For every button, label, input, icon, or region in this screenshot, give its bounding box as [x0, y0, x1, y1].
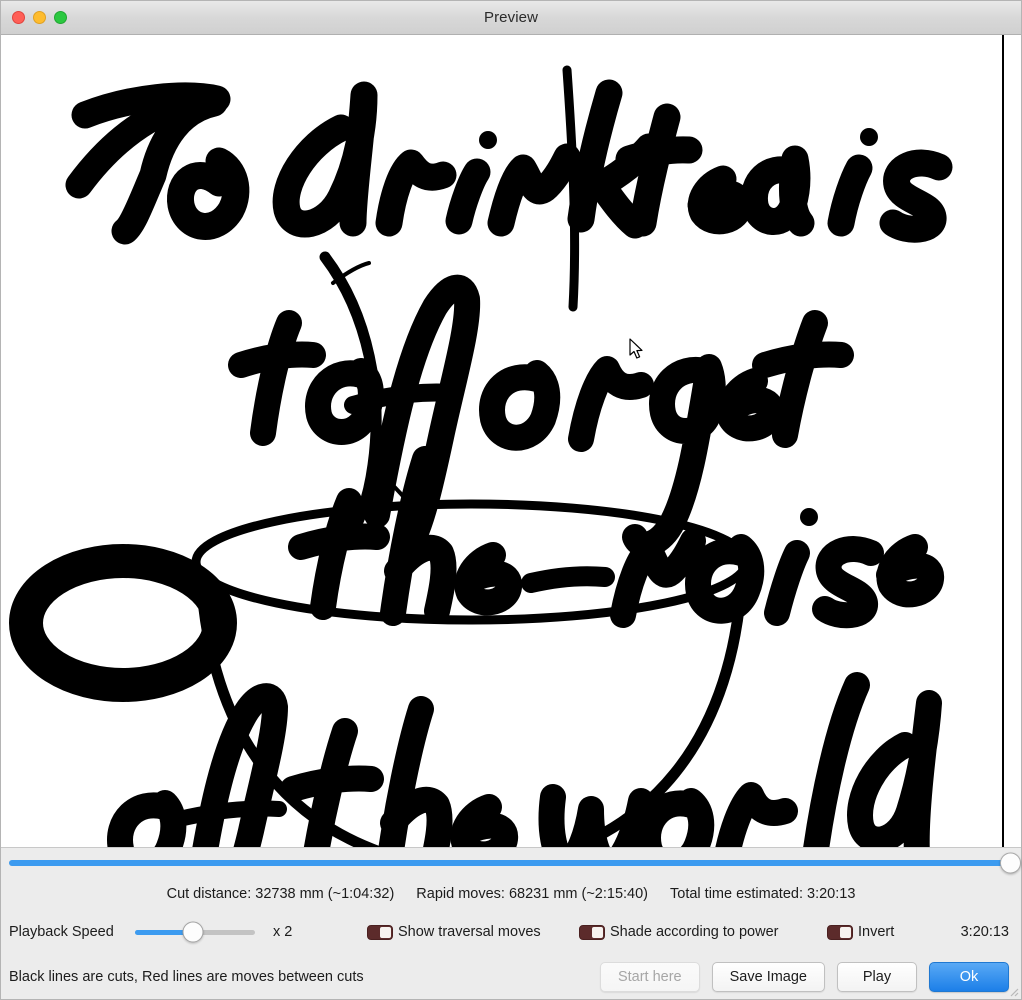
scrubber-fill [9, 860, 1013, 866]
window-title: Preview [1, 9, 1021, 26]
show-traversal-moves-label: Show traversal moves [398, 924, 541, 940]
playback-speed-slider[interactable] [135, 930, 255, 935]
close-window-button[interactable] [12, 11, 25, 24]
cut-distance-label: Cut distance: 32738 mm (~1:04:32) [167, 886, 395, 902]
total-time-estimated-label: Total time estimated: 3:20:13 [670, 886, 855, 902]
playback-speed-label: Playback Speed [9, 924, 114, 940]
minimize-window-button[interactable] [33, 11, 46, 24]
teacup-calligraphy-artwork [1, 35, 1021, 848]
arrow-cursor [629, 338, 645, 360]
scrubber-handle[interactable] [1000, 853, 1021, 874]
invert-toggle-group[interactable]: Invert [827, 924, 894, 940]
invert-label: Invert [858, 924, 894, 940]
shade-according-to-power-toggle-group[interactable]: Shade according to power [579, 924, 778, 940]
maximize-window-button[interactable] [54, 11, 67, 24]
dialog-button-bar: Start here Save Image Play Ok [600, 962, 1009, 992]
title-bar: Preview [1, 1, 1021, 35]
cut-area-boundary-line [1002, 35, 1004, 847]
save-image-button[interactable]: Save Image [712, 962, 825, 992]
elapsed-total-time: 3:20:13 [961, 924, 1009, 940]
playback-scrubber-row [1, 848, 1021, 878]
switch-knob [840, 927, 851, 938]
switch-knob [380, 927, 391, 938]
footer-row: Black lines are cuts, Red lines are move… [1, 954, 1021, 999]
show-traversal-moves-switch[interactable] [367, 925, 393, 940]
legend-label: Black lines are cuts, Red lines are move… [9, 969, 364, 985]
playback-scrubber[interactable] [9, 860, 1013, 866]
speed-slider-handle[interactable] [182, 922, 203, 943]
shade-according-to-power-switch[interactable] [579, 925, 605, 940]
shade-according-to-power-label: Shade according to power [610, 924, 778, 940]
playback-controls-row: Playback Speed x 2 Show traversal moves … [1, 910, 1021, 954]
show-traversal-moves-toggle-group[interactable]: Show traversal moves [367, 924, 541, 940]
rapid-moves-label: Rapid moves: 68231 mm (~2:15:40) [416, 886, 648, 902]
invert-switch[interactable] [827, 925, 853, 940]
window-controls [1, 11, 67, 24]
preview-window: Preview [0, 0, 1022, 1000]
start-here-button[interactable]: Start here [600, 962, 700, 992]
play-button[interactable]: Play [837, 962, 917, 992]
switch-knob [592, 927, 603, 938]
statistics-row: Cut distance: 32738 mm (~1:04:32) Rapid … [1, 878, 1021, 910]
ok-button[interactable]: Ok [929, 962, 1009, 992]
preview-canvas[interactable] [1, 35, 1021, 848]
playback-speed-value: x 2 [273, 924, 292, 940]
resize-grip-icon[interactable] [1007, 985, 1019, 997]
